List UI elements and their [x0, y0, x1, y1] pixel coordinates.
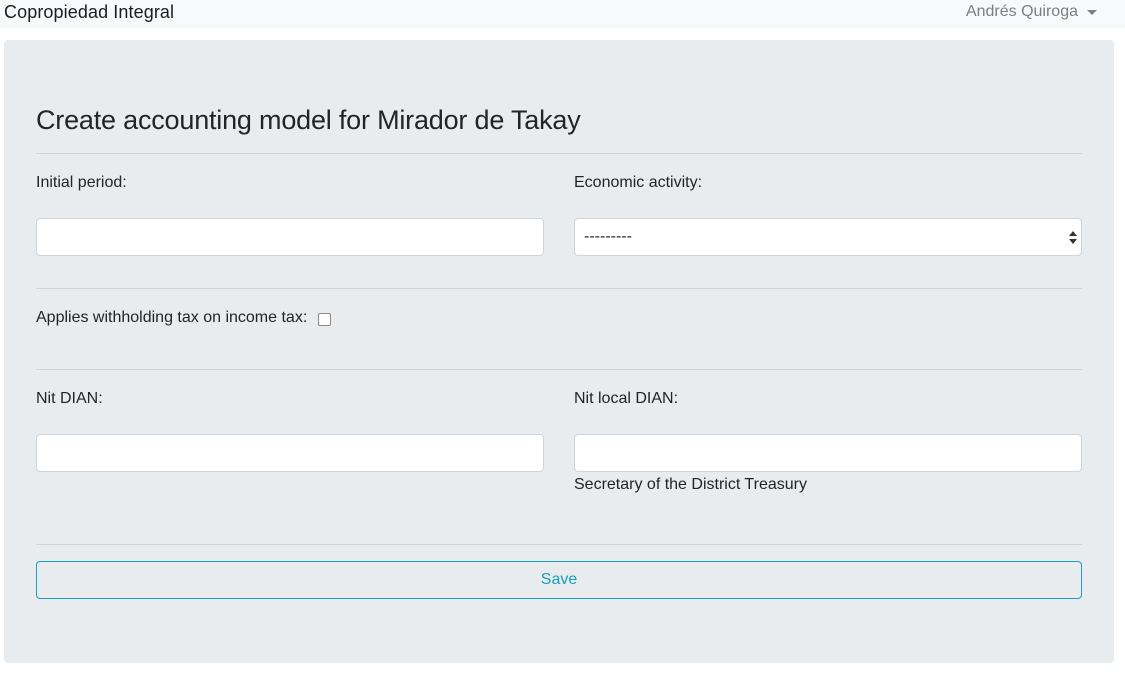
withholding-checkbox[interactable]: [318, 313, 331, 326]
economic-activity-label: Economic activity:: [574, 174, 703, 191]
nit-local-dian-help-text: Secretary of the District Treasury: [574, 476, 807, 493]
economic-activity-selected: ---------: [584, 228, 632, 245]
section-divider-1: [36, 288, 1082, 289]
section-divider-2: [36, 369, 1082, 370]
page-title: Create accounting model for Mirador de T…: [36, 105, 581, 135]
top-navbar: Copropiedad Integral Andrés Quiroga: [0, 0, 1125, 28]
withholding-label: Applies withholding tax on income tax:: [36, 309, 308, 326]
initial-period-input[interactable]: [36, 218, 544, 256]
section-divider-3: [36, 544, 1082, 545]
user-menu-dropdown[interactable]: Andrés Quiroga: [966, 3, 1097, 21]
save-button[interactable]: Save: [36, 561, 1082, 599]
select-arrows-icon: [1069, 231, 1077, 245]
user-name: Andrés Quiroga: [965, 3, 1078, 20]
economic-activity-select[interactable]: ---------: [574, 218, 1082, 256]
brand-name[interactable]: Copropiedad Integral: [4, 2, 174, 23]
initial-period-label: Initial period:: [36, 174, 127, 191]
nit-local-dian-input[interactable]: [574, 434, 1082, 472]
title-divider: [36, 153, 1082, 154]
form-panel: Create accounting model for Mirador de T…: [4, 40, 1114, 663]
caret-down-icon: [1087, 10, 1097, 15]
nit-dian-input[interactable]: [36, 434, 544, 472]
nit-local-dian-label: Nit local DIAN:: [574, 390, 679, 407]
nit-dian-label: Nit DIAN:: [36, 390, 103, 407]
